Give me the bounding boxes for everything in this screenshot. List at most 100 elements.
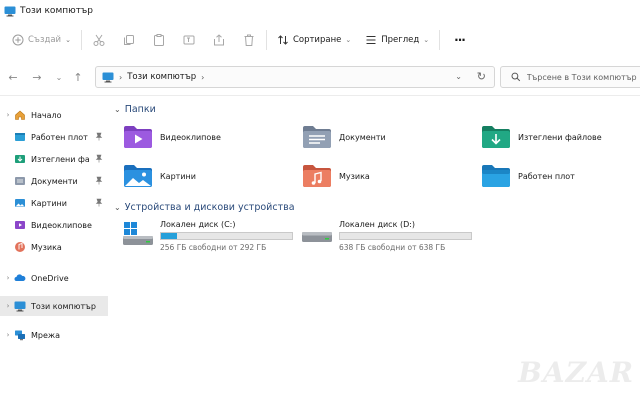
plus-circle-icon [12, 34, 24, 46]
drive-name: Локален диск (D:) [339, 220, 416, 229]
sidebar-item-onedrive[interactable]: › OneDrive [0, 268, 108, 288]
folder-tile[interactable]: Видеоклипове [122, 117, 292, 157]
sidebar-item-network[interactable]: › Мрежа [0, 325, 108, 345]
music-icon [15, 242, 25, 252]
expand-chevron-icon[interactable]: › [2, 331, 14, 339]
this-pc-icon [4, 6, 16, 16]
title-bar: Този компютър [0, 0, 640, 22]
refresh-icon[interactable]: ↻ [477, 70, 486, 83]
hard-drive-icon [302, 232, 332, 242]
scissors-icon [93, 34, 105, 46]
up-arrow-icon[interactable]: ↑ [71, 70, 85, 84]
drive-free-space: 256 ГБ свободни от 292 ГБ [160, 243, 267, 252]
pin-icon[interactable] [95, 176, 103, 185]
sidebar-item-label: Видеоклипове [31, 220, 92, 230]
command-bar: Създай ⌄ Сортиране ⌄ Преглед ⌄ ··· [0, 22, 640, 58]
sidebar-item-label: Документи [31, 176, 78, 186]
drive-free-space: 638 ГБ свободни от 638 ГБ [339, 243, 446, 252]
address-history-chevron-icon[interactable]: ⌄ [455, 72, 462, 81]
group-header-label: Устройства и дискови устройства [124, 202, 295, 213]
pictures-folder-icon [124, 165, 152, 187]
sort-arrows-icon [278, 35, 288, 45]
chevron-down-icon: ⌄ [65, 36, 71, 44]
rename-icon [183, 35, 195, 45]
downloads-folder-icon [482, 126, 510, 148]
recent-locations-chevron-icon[interactable]: ⌄ [52, 70, 66, 84]
pin-icon[interactable] [95, 132, 103, 141]
sidebar-item-downloads[interactable]: Изтеглени файлове [0, 149, 108, 169]
breadcrumb-separator-icon[interactable]: › [201, 73, 204, 82]
folder-label: Музика [339, 171, 370, 181]
rename-button[interactable] [178, 27, 200, 53]
view-button[interactable]: Преглед ⌄ [361, 27, 433, 53]
folder-tile[interactable]: Документи [301, 117, 471, 157]
search-input[interactable] [526, 72, 640, 82]
watermark-logo: BAZAR [518, 356, 634, 389]
navigation-bar: ← → ⌄ ↑ › Този компютър › ⌄ ↻ [0, 58, 640, 96]
drive-tile-c[interactable]: Локален диск (C:) 256 ГБ свободни от 292… [122, 220, 297, 256]
network-icon [15, 330, 25, 341]
folder-tile[interactable]: Изтеглени файлове [480, 117, 640, 157]
sidebar-item-label: Начало [31, 110, 62, 120]
folder-tile[interactable]: Картини [122, 156, 292, 196]
search-box[interactable] [500, 66, 640, 88]
delete-button[interactable] [238, 27, 260, 53]
expand-chevron-icon[interactable]: › [2, 302, 14, 310]
home-icon [15, 110, 25, 120]
sidebar-item-this-pc[interactable]: › Този компютър [0, 296, 108, 316]
folder-label: Картини [160, 171, 196, 181]
separator [265, 30, 267, 50]
address-bar[interactable]: › Този компютър › ⌄ ↻ [95, 66, 495, 88]
copy-button[interactable] [118, 27, 140, 53]
new-button-label: Създай [28, 35, 62, 45]
music-folder-icon [303, 165, 331, 187]
drive-info: Локален диск (C:) 256 ГБ свободни от 292… [160, 220, 293, 256]
content-pane: ⌄ Папки Видеоклипове Документи Изтеглени… [108, 96, 640, 399]
clipboard-icon [153, 34, 164, 46]
sort-label: Сортиране [292, 35, 342, 45]
new-button[interactable]: Създай ⌄ [8, 27, 75, 53]
paste-button[interactable] [148, 27, 170, 53]
view-label: Преглед [381, 35, 420, 45]
expand-chevron-icon[interactable]: › [2, 274, 14, 282]
documents-folder-icon [303, 126, 331, 148]
breadcrumb-this-pc[interactable]: Този компютър [127, 72, 196, 82]
sidebar-item-home[interactable]: › Начало [0, 105, 108, 125]
sidebar-item-music[interactable]: Музика [0, 237, 108, 257]
pin-icon[interactable] [95, 198, 103, 207]
sidebar-item-label: Мрежа [31, 330, 61, 340]
breadcrumb-separator-icon[interactable]: › [119, 73, 122, 82]
folder-tile[interactable]: Работен плот [480, 156, 640, 196]
sidebar-item-label: Музика [31, 242, 62, 252]
this-pc-icon [14, 301, 26, 312]
window-title: Този компютър [20, 6, 94, 16]
onedrive-cloud-icon [14, 274, 26, 281]
folder-tile[interactable]: Музика [301, 156, 471, 196]
collapse-chevron-icon[interactable]: ⌄ [114, 203, 121, 212]
group-header-drives[interactable]: ⌄ Устройства и дискови устройства [114, 202, 295, 213]
drive-tile-d[interactable]: Локален диск (D:) 638 ГБ свободни от 638… [301, 220, 476, 256]
sort-button[interactable]: Сортиране ⌄ [273, 27, 355, 53]
cut-button[interactable] [88, 27, 110, 53]
sidebar-item-label: OneDrive [31, 273, 69, 283]
sidebar-item-videos[interactable]: Видеоклипове [0, 215, 108, 235]
view-list-icon [366, 36, 376, 44]
folder-label: Работен плот [518, 171, 575, 181]
group-header-folders[interactable]: ⌄ Папки [114, 104, 156, 115]
pin-icon[interactable] [95, 154, 103, 163]
sidebar-item-pictures[interactable]: Картини [0, 193, 108, 213]
drive-usage-fill [161, 233, 178, 239]
sidebar-item-documents[interactable]: Документи [0, 171, 108, 191]
back-arrow-icon[interactable]: ← [6, 70, 20, 84]
this-pc-icon [102, 72, 114, 82]
drive-usage-bar [160, 232, 293, 240]
share-button[interactable] [208, 27, 230, 53]
sidebar-item-desktop[interactable]: Работен плот [0, 127, 108, 147]
separator [80, 30, 82, 50]
forward-arrow-icon[interactable]: → [30, 70, 44, 84]
more-options-button[interactable]: ··· [446, 27, 469, 53]
windows-drive-icon [123, 222, 153, 245]
share-icon [213, 34, 224, 46]
collapse-chevron-icon[interactable]: ⌄ [114, 105, 121, 114]
expand-chevron-icon[interactable]: › [2, 111, 14, 119]
